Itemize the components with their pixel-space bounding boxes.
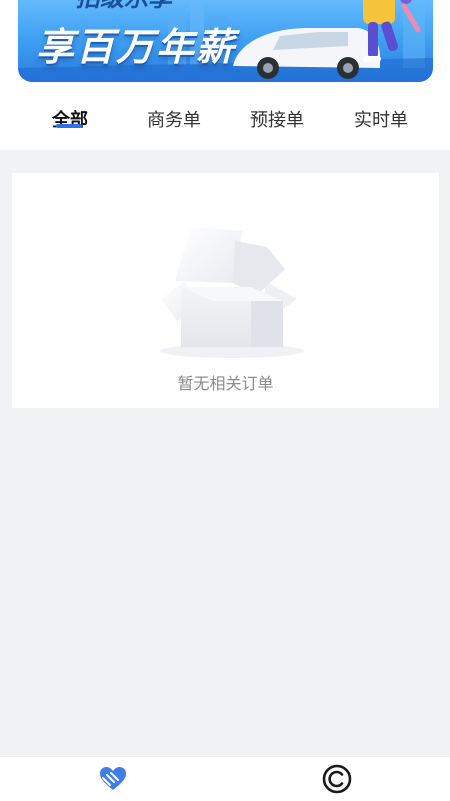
nav-item-home[interactable] (53, 757, 173, 801)
c-circle-icon (322, 764, 352, 794)
tab-realtime[interactable]: 实时单 (354, 106, 408, 132)
order-list-panel: 暂无相关订单 (12, 173, 439, 408)
banner-partial-text: 招级乐享 (76, 0, 172, 13)
bottom-nav (0, 756, 450, 801)
promo-banner[interactable]: 招级乐享 享百万年薪 (18, 0, 433, 82)
banner-title: 享百万年薪 (36, 25, 237, 69)
tab-all[interactable]: 全部 (52, 106, 88, 132)
heart-hands-icon (100, 767, 126, 790)
top-area: 招级乐享 享百万年薪 全部 商务单 预接单 实时单 (0, 0, 450, 150)
empty-state-message: 暂无相关订单 (177, 374, 274, 393)
tab-pre-accept[interactable]: 预接单 (250, 106, 304, 132)
tab-business[interactable]: 商务单 (147, 106, 201, 132)
order-tabs: 全部 商务单 预接单 实时单 (0, 100, 450, 138)
nav-item-mine[interactable] (277, 757, 397, 801)
empty-box-icon (160, 227, 304, 358)
active-tab-indicator (56, 124, 82, 128)
